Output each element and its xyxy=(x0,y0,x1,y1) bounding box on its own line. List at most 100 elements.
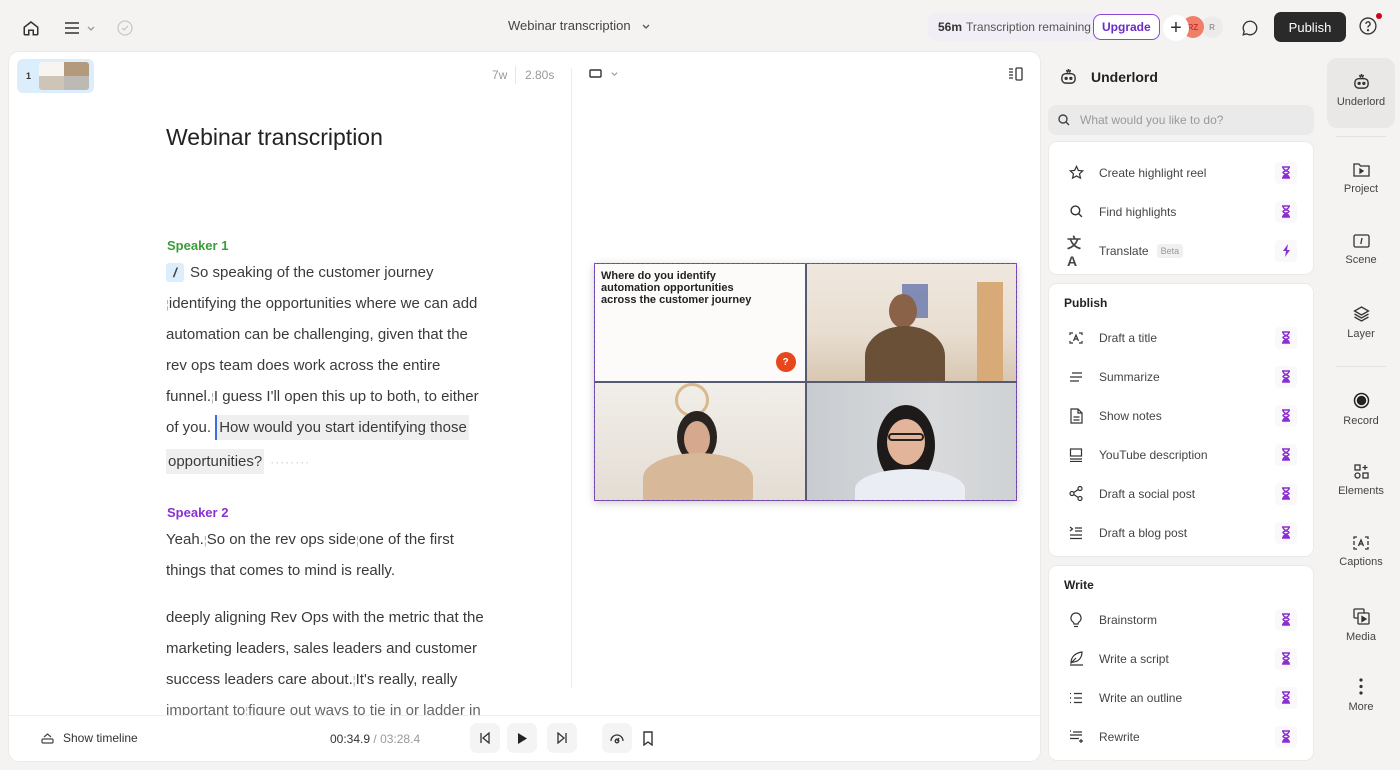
upgrade-button[interactable]: Upgrade xyxy=(1093,14,1160,40)
action-rewrite[interactable]: Rewrite xyxy=(1049,717,1313,756)
underlord-publish-section: Publish Draft a title Summarize Show notes… xyxy=(1049,284,1313,556)
rail-media[interactable]: Media xyxy=(1327,608,1395,643)
rail-record[interactable]: Record xyxy=(1327,392,1395,427)
underlord-search-input[interactable] xyxy=(1080,113,1300,127)
current-time: 00:34.9 xyxy=(330,732,371,746)
record-icon xyxy=(1353,392,1369,409)
action-create-highlight-reel[interactable]: Create highlight reel xyxy=(1049,153,1313,192)
video-canvas[interactable]: Where do you identify automation opportu… xyxy=(594,263,1017,501)
playback-speed-button[interactable] xyxy=(602,723,632,753)
hourglass-icon xyxy=(1275,608,1297,631)
add-collaborator-button[interactable]: + xyxy=(1163,15,1189,41)
bookmark-icon xyxy=(643,730,653,746)
rail-captions[interactable]: Captions xyxy=(1327,536,1395,568)
rail-more[interactable]: More xyxy=(1327,678,1395,713)
doc-title-dropdown[interactable]: Webinar transcription xyxy=(508,18,651,33)
menu-button[interactable] xyxy=(60,16,100,40)
rail-elements[interactable]: Elements xyxy=(1327,464,1395,497)
playback-time: 00:34.9 / 03:28.4 xyxy=(330,732,420,746)
transcript-text: identifying the opportunities where we c… xyxy=(168,295,478,312)
help-button[interactable] xyxy=(1358,16,1378,36)
play-button[interactable] xyxy=(507,723,537,753)
rail-label: More xyxy=(1348,701,1374,713)
saved-status xyxy=(113,16,137,40)
skip-back-button[interactable] xyxy=(470,723,500,753)
rail-label: Record xyxy=(1343,415,1379,427)
total-time: 03:28.4 xyxy=(380,732,421,746)
action-write-a-script[interactable]: Write a script xyxy=(1049,639,1313,678)
selected-text[interactable]: opportunities? xyxy=(166,449,265,474)
scene-thumbnail[interactable]: 1 xyxy=(17,59,94,93)
speaker-label[interactable]: Speaker 2 xyxy=(167,505,228,520)
aspect-ratio-dropdown[interactable] xyxy=(589,69,619,78)
transcript-line[interactable]: of you. How would you start identifying … xyxy=(166,415,469,440)
transcript-line[interactable]: Yeah.¦So on the rev ops side¦one of the … xyxy=(166,529,454,552)
action-show-notes[interactable]: Show notes xyxy=(1049,396,1313,435)
hourglass-icon xyxy=(1275,326,1297,349)
transcript-text: So on the rev ops side xyxy=(206,531,356,548)
transcript-line[interactable]: funnel.¦I guess I'll open this up to bot… xyxy=(166,386,479,409)
word-count: 7w xyxy=(492,68,508,82)
underlord-search[interactable] xyxy=(1048,105,1314,135)
transcript-line[interactable]: things that comes to mind is really. xyxy=(166,560,395,582)
comments-button[interactable] xyxy=(1238,16,1262,40)
time-separator: / xyxy=(373,732,377,746)
rail-label: Underlord xyxy=(1336,96,1386,108)
home-button[interactable] xyxy=(19,16,43,40)
action-draft-a-title[interactable]: Draft a title xyxy=(1049,318,1313,357)
rail-project[interactable]: Project xyxy=(1327,162,1395,195)
underlord-title: Underlord xyxy=(1091,68,1158,85)
transcript-line[interactable]: deeply aligning Rev Ops with the metric … xyxy=(166,607,484,629)
speaker-label[interactable]: Speaker 1 xyxy=(167,238,228,253)
hourglass-icon xyxy=(1275,482,1297,505)
publish-button[interactable]: Publish xyxy=(1274,12,1346,42)
action-label: Write a script xyxy=(1099,651,1169,666)
scene-number: 1 xyxy=(26,71,32,81)
hourglass-icon xyxy=(1275,365,1297,388)
participant-video xyxy=(595,383,805,500)
monitor-lines-icon xyxy=(1067,446,1085,464)
scene-preview xyxy=(39,62,90,90)
rewrite-icon xyxy=(1067,728,1085,746)
rail-label: Elements xyxy=(1338,485,1384,497)
action-draft-a-blog-post[interactable]: Draft a blog post xyxy=(1049,513,1313,552)
transcript-line[interactable]: ¦identifying the opportunities where we … xyxy=(166,293,477,316)
action-brainstorm[interactable]: Brainstorm xyxy=(1049,600,1313,639)
transcription-amount: 56m xyxy=(938,20,963,34)
action-draft-a-social-post[interactable]: Draft a social post xyxy=(1049,474,1313,513)
transcript-line[interactable]: rev ops team does work across the entire xyxy=(166,355,440,377)
quill-icon xyxy=(1067,650,1085,668)
rail-layer[interactable]: Layer xyxy=(1327,306,1395,340)
action-find-highlights[interactable]: Find highlights xyxy=(1049,192,1313,231)
transcript-line[interactable]: / So speaking of the customer journey xyxy=(166,262,433,284)
action-write-an-outline[interactable]: Write an outline xyxy=(1049,678,1313,717)
transcript-line[interactable]: success leaders care about.¦It's really,… xyxy=(166,669,457,692)
panel-layout-icon xyxy=(1009,67,1023,81)
underlord-quick-actions: Create highlight reel Find highlights 文A… xyxy=(1049,142,1313,274)
action-label: Translate Beta xyxy=(1099,243,1184,258)
hamburger-icon xyxy=(65,22,79,34)
rail-scene[interactable]: Scene xyxy=(1327,234,1395,266)
transcript-line[interactable]: opportunities? ········ xyxy=(166,449,310,474)
document-icon xyxy=(1067,407,1085,425)
show-timeline-button[interactable]: Show timeline xyxy=(41,731,138,745)
hourglass-icon xyxy=(1275,647,1297,670)
script-title[interactable]: Webinar transcription xyxy=(166,124,383,151)
doc-title: Webinar transcription xyxy=(508,18,631,33)
scene-slash-marker[interactable]: / xyxy=(166,263,184,282)
skip-forward-button[interactable] xyxy=(547,723,577,753)
action-summarize[interactable]: Summarize xyxy=(1049,357,1313,396)
scene-icon xyxy=(1352,234,1370,248)
bookmark-button[interactable] xyxy=(633,723,663,753)
top-bar: Webinar transcription 56m Transcription … xyxy=(0,0,1400,54)
selected-text[interactable]: How would you start identifying those xyxy=(215,415,469,440)
panel-toggle-button[interactable] xyxy=(1008,67,1024,81)
rail-underlord[interactable]: Underlord xyxy=(1327,58,1395,128)
action-translate[interactable]: 文A Translate Beta xyxy=(1049,231,1313,270)
avatar[interactable]: R xyxy=(1201,16,1223,38)
transcript-line[interactable]: marketing leaders, sales leaders and cus… xyxy=(166,638,477,660)
hourglass-icon xyxy=(1275,404,1297,427)
action-youtube-description[interactable]: YouTube description xyxy=(1049,435,1313,474)
transcript-line[interactable]: automation can be challenging, given tha… xyxy=(166,324,468,346)
transcript-text: Yeah. xyxy=(166,531,204,548)
